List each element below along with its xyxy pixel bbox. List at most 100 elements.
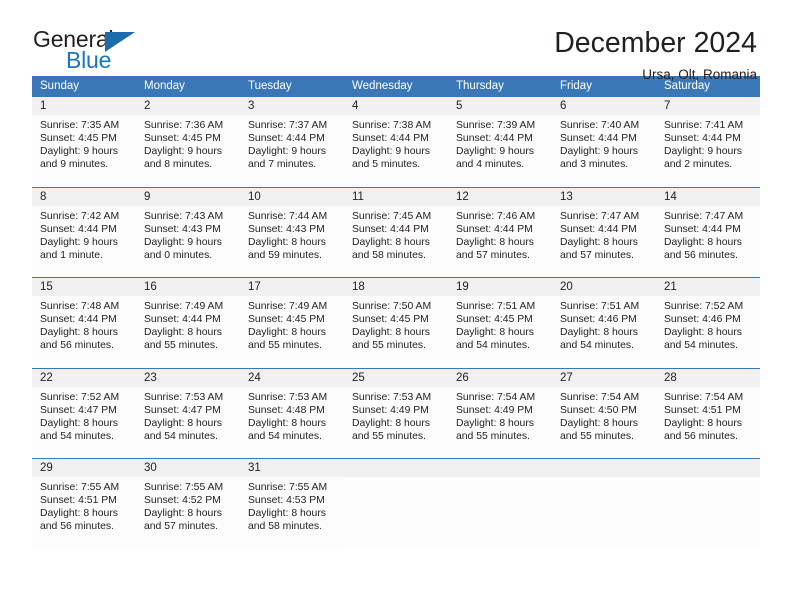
sunrise-text: Sunrise: 7:38 AM <box>352 120 432 131</box>
day-number[interactable]: 24 <box>240 367 344 387</box>
day-cell[interactable]: Sunrise: 7:51 AM Sunset: 4:45 PM Daylight:… <box>448 296 552 368</box>
day-number[interactable]: 16 <box>136 277 240 296</box>
day-number[interactable]: 18 <box>344 277 448 296</box>
day-number[interactable]: 21 <box>656 277 760 296</box>
day-number[interactable]: 4 <box>344 97 448 115</box>
daylight-text-line2: and 54 minutes. <box>456 340 530 352</box>
day-number[interactable]: 28 <box>656 367 760 387</box>
day-number[interactable]: 13 <box>552 186 656 206</box>
day-number[interactable]: 25 <box>344 367 448 387</box>
day-number[interactable]: 7 <box>656 97 760 115</box>
day-number[interactable]: 27 <box>552 367 656 387</box>
day-cell[interactable]: Sunrise: 7:49 AM Sunset: 4:45 PM Daylight:… <box>240 296 344 368</box>
sunset-text: Sunset: 4:49 PM <box>456 404 533 416</box>
day-number-empty <box>448 458 552 477</box>
sunrise-text: Sunrise: 7:55 AM <box>144 482 224 493</box>
day-cell[interactable]: Sunrise: 7:55 AM Sunset: 4:51 PM Daylight:… <box>32 477 136 549</box>
day-cell[interactable]: Sunrise: 7:36 AM Sunset: 4:45 PM Daylight:… <box>136 115 240 187</box>
day-cell[interactable]: Sunrise: 7:54 AM Sunset: 4:50 PM Daylight:… <box>552 386 656 459</box>
daylight-text-line1: Daylight: 8 hours <box>664 327 742 339</box>
sunrise-text: Sunrise: 7:53 AM <box>144 391 224 403</box>
day-cell[interactable]: Sunrise: 7:43 AM Sunset: 4:43 PM Daylight:… <box>136 205 240 278</box>
day-cell[interactable]: Sunrise: 7:53 AM Sunset: 4:49 PM Daylight:… <box>344 386 448 459</box>
day-number[interactable]: 10 <box>240 186 344 206</box>
day-number[interactable]: 19 <box>448 277 552 296</box>
day-cell[interactable]: Sunrise: 7:55 AM Sunset: 4:52 PM Daylight:… <box>136 477 240 549</box>
day-cell[interactable]: Sunrise: 7:44 AM Sunset: 4:43 PM Daylight:… <box>240 205 344 278</box>
day-number[interactable]: 23 <box>136 367 240 387</box>
day-number[interactable]: 26 <box>448 367 552 387</box>
day-cell[interactable]: Sunrise: 7:54 AM Sunset: 4:51 PM Daylight:… <box>656 386 760 459</box>
day-cell[interactable]: Sunrise: 7:47 AM Sunset: 4:44 PM Daylight:… <box>552 205 656 278</box>
day-cell-empty <box>448 477 552 549</box>
day-number[interactable]: 11 <box>344 186 448 206</box>
day-cell[interactable]: Sunrise: 7:35 AM Sunset: 4:45 PM Daylight:… <box>32 115 136 187</box>
week-detail-row: Sunrise: 7:48 AM Sunset: 4:44 PM Daylight:… <box>32 296 760 368</box>
day-number[interactable]: 5 <box>448 97 552 115</box>
day-cell[interactable]: Sunrise: 7:41 AM Sunset: 4:44 PM Daylight:… <box>656 115 760 187</box>
day-number[interactable]: 15 <box>32 277 136 296</box>
sunset-text: Sunset: 4:53 PM <box>248 495 325 507</box>
sunrise-text: Sunrise: 7:51 AM <box>456 301 536 312</box>
daylight-text-line1: Daylight: 8 hours <box>144 417 222 429</box>
day-number[interactable]: 9 <box>136 186 240 206</box>
day-number[interactable]: 22 <box>32 367 136 387</box>
day-number[interactable]: 8 <box>32 186 136 206</box>
day-number[interactable]: 6 <box>552 97 656 115</box>
day-cell[interactable]: Sunrise: 7:42 AM Sunset: 4:44 PM Daylight:… <box>32 205 136 278</box>
sunset-text: Sunset: 4:44 PM <box>248 133 325 145</box>
day-cell-empty <box>552 477 656 549</box>
day-number[interactable]: 1 <box>32 97 136 115</box>
sunrise-text: Sunrise: 7:52 AM <box>664 301 744 312</box>
day-number[interactable]: 29 <box>32 458 136 477</box>
day-cell[interactable]: Sunrise: 7:48 AM Sunset: 4:44 PM Daylight:… <box>32 296 136 368</box>
day-cell[interactable]: Sunrise: 7:47 AM Sunset: 4:44 PM Daylight:… <box>656 205 760 278</box>
day-number[interactable]: 14 <box>656 186 760 206</box>
day-number[interactable]: 12 <box>448 186 552 206</box>
logo-text-blue: Blue <box>66 47 112 73</box>
day-cell[interactable]: Sunrise: 7:38 AM Sunset: 4:44 PM Daylight:… <box>344 115 448 187</box>
daylight-text-line1: Daylight: 9 hours <box>40 236 118 248</box>
sunrise-text: Sunrise: 7:55 AM <box>40 482 120 493</box>
general-blue-logo[interactable]: General Blue <box>33 28 143 76</box>
sunset-text: Sunset: 4:45 PM <box>352 314 429 326</box>
day-cell[interactable]: Sunrise: 7:49 AM Sunset: 4:44 PM Daylight:… <box>136 296 240 368</box>
sunset-text: Sunset: 4:45 PM <box>40 133 117 145</box>
day-number[interactable]: 3 <box>240 97 344 115</box>
day-number[interactable]: 30 <box>136 458 240 477</box>
sunrise-text: Sunrise: 7:45 AM <box>352 210 432 222</box>
day-cell[interactable]: Sunrise: 7:40 AM Sunset: 4:44 PM Daylight:… <box>552 115 656 187</box>
day-cell[interactable]: Sunrise: 7:55 AM Sunset: 4:53 PM Daylight:… <box>240 477 344 549</box>
day-number[interactable]: 17 <box>240 277 344 296</box>
day-cell[interactable]: Sunrise: 7:50 AM Sunset: 4:45 PM Daylight:… <box>344 296 448 368</box>
sunrise-text: Sunrise: 7:49 AM <box>248 301 328 312</box>
week-daynumber-row: 15 16 17 18 19 20 21 <box>32 277 760 296</box>
daylight-text-line2: and 2 minutes. <box>664 159 733 171</box>
sunrise-text: Sunrise: 7:52 AM <box>40 391 120 403</box>
daylight-text-line1: Daylight: 8 hours <box>248 327 326 339</box>
daylight-text-line2: and 55 minutes. <box>456 430 530 442</box>
day-cell[interactable]: Sunrise: 7:53 AM Sunset: 4:47 PM Daylight:… <box>136 386 240 459</box>
day-cell-empty <box>656 477 760 549</box>
day-cell[interactable]: Sunrise: 7:52 AM Sunset: 4:46 PM Daylight:… <box>656 296 760 368</box>
weekday-header-thursday: Thursday <box>448 76 552 97</box>
day-number[interactable]: 31 <box>240 458 344 477</box>
day-cell[interactable]: Sunrise: 7:54 AM Sunset: 4:49 PM Daylight:… <box>448 386 552 459</box>
day-cell[interactable]: Sunrise: 7:45 AM Sunset: 4:44 PM Daylight:… <box>344 205 448 278</box>
day-cell[interactable]: Sunrise: 7:52 AM Sunset: 4:47 PM Daylight:… <box>32 386 136 459</box>
sunrise-text: Sunrise: 7:40 AM <box>560 120 640 131</box>
day-cell[interactable]: Sunrise: 7:46 AM Sunset: 4:44 PM Daylight:… <box>448 205 552 278</box>
sunset-text: Sunset: 4:44 PM <box>352 223 429 235</box>
daylight-text-line2: and 7 minutes. <box>248 159 317 171</box>
day-cell[interactable]: Sunrise: 7:39 AM Sunset: 4:44 PM Daylight:… <box>448 115 552 187</box>
day-number[interactable]: 20 <box>552 277 656 296</box>
daylight-text-line1: Daylight: 9 hours <box>560 146 638 158</box>
day-cell[interactable]: Sunrise: 7:51 AM Sunset: 4:46 PM Daylight:… <box>552 296 656 368</box>
day-cell[interactable]: Sunrise: 7:53 AM Sunset: 4:48 PM Daylight:… <box>240 386 344 459</box>
week-detail-row: Sunrise: 7:35 AM Sunset: 4:45 PM Daylight:… <box>32 115 760 187</box>
sunset-text: Sunset: 4:48 PM <box>248 404 325 416</box>
day-number[interactable]: 2 <box>136 97 240 115</box>
weekday-header-monday: Monday <box>136 76 240 97</box>
sunset-text: Sunset: 4:43 PM <box>144 223 221 235</box>
day-cell[interactable]: Sunrise: 7:37 AM Sunset: 4:44 PM Daylight:… <box>240 115 344 187</box>
